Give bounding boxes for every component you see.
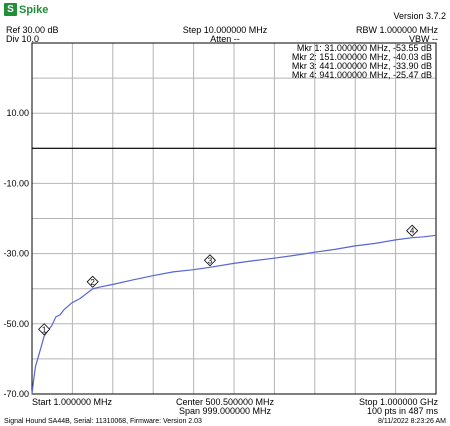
marker-number: 2 [90, 278, 95, 287]
start-freq-label: Start 1.000000 MHz [32, 397, 113, 407]
y-tick-label: -30.00 [3, 249, 29, 259]
y-tick-label: 10.00 [6, 108, 29, 118]
marker-readout-4: Mkr 4: 941.000000 MHz, -25.47 dB [291, 70, 432, 80]
timestamp: 8/11/2022 8:23:26 AM [378, 418, 446, 425]
device-info: Signal Hound SA44B, Serial: 11310068, Fi… [4, 418, 202, 425]
marker-number: 3 [208, 256, 213, 265]
y-tick-label: -50.00 [3, 319, 29, 329]
y-tick-label: -70.00 [3, 389, 29, 399]
marker-2-icon[interactable]: 2 [86, 275, 99, 288]
marker-3-icon[interactable]: 3 [203, 254, 217, 267]
points-label: 100 pts in 487 ms [366, 406, 438, 416]
span-label: Span 999.000000 MHz [178, 406, 272, 416]
marker-4-icon[interactable]: 4 [406, 224, 419, 237]
y-tick-label: -10.00 [3, 178, 29, 188]
marker-number: 1 [42, 325, 47, 334]
marker-1-icon[interactable]: 1 [38, 323, 51, 336]
marker-number: 4 [410, 227, 415, 236]
